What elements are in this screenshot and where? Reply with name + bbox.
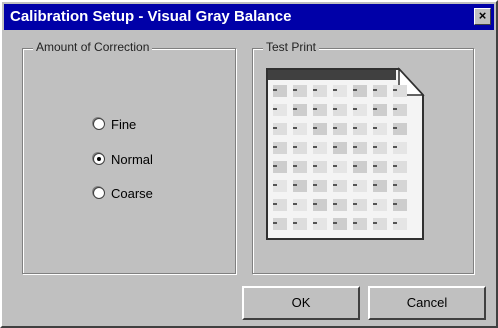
calibration-dialog: Calibration Setup - Visual Gray Balance … [0,0,498,328]
close-button[interactable]: × [474,8,491,25]
ok-label: OK [291,295,311,310]
normal-radio[interactable] [93,153,105,165]
ok-button[interactable]: OK [242,286,360,320]
close-icon: × [478,8,487,23]
option-fine[interactable]: Fine [93,115,136,133]
coarse-label: Coarse [111,185,153,201]
option-coarse[interactable]: Coarse [93,184,153,202]
test-print-group: Test Print [252,40,474,274]
correction-group-label: Amount of Correction [33,40,153,54]
window-title: Calibration Setup - Visual Gray Balance [10,8,292,25]
option-normal[interactable]: Normal [93,150,153,168]
fine-radio[interactable] [93,118,105,130]
title-bar[interactable]: Calibration Setup - Visual Gray Balance … [4,4,494,30]
test-print-page-icon [266,67,425,240]
coarse-radio[interactable] [93,187,105,199]
fine-label: Fine [111,116,137,132]
cancel-button[interactable]: Cancel [368,286,486,320]
cancel-label: Cancel [406,295,448,310]
normal-label: Normal [111,151,153,167]
test-print-group-label: Test Print [263,40,320,54]
correction-group: Amount of Correction Fine Normal Coarse [22,40,236,274]
